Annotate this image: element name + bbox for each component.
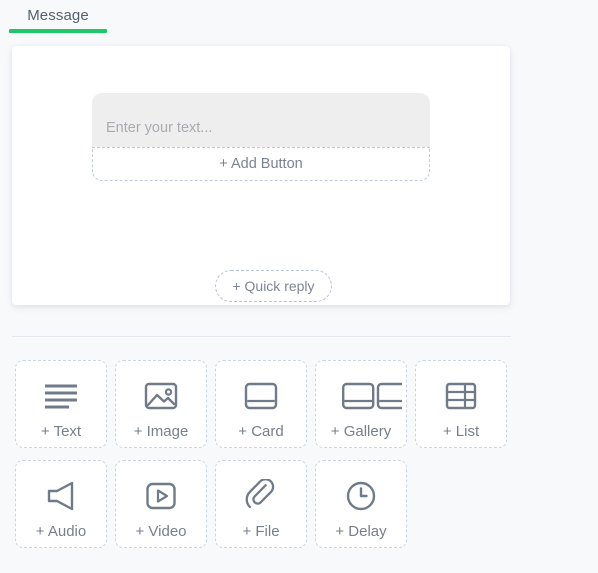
add-video-label: + Video: [135, 523, 187, 540]
clock-icon: [316, 477, 406, 515]
list-grid-icon: [416, 377, 506, 415]
element-palette: + Text + Image + Card + Gallery + List +…: [15, 360, 575, 560]
add-file-tile[interactable]: + File: [215, 460, 307, 548]
element-palette-row: + Audio + Video + File + Delay: [15, 460, 575, 560]
add-card-tile[interactable]: + Card: [215, 360, 307, 448]
tab-message-label: Message: [27, 7, 89, 24]
tab-bar: Message: [0, 0, 598, 34]
add-list-label: + List: [442, 423, 480, 440]
add-quick-reply-button[interactable]: + Quick reply: [215, 270, 332, 302]
gallery-icon: [316, 377, 406, 415]
section-divider: [12, 336, 511, 337]
add-gallery-tile[interactable]: + Gallery: [315, 360, 407, 448]
add-audio-tile[interactable]: + Audio: [15, 460, 107, 548]
add-text-tile[interactable]: + Text: [15, 360, 107, 448]
add-text-label: + Text: [40, 423, 82, 440]
add-quick-reply-label: + Quick reply: [232, 278, 315, 294]
add-image-tile[interactable]: + Image: [115, 360, 207, 448]
message-card: + Add Button + Quick reply: [12, 46, 510, 305]
add-list-tile[interactable]: + List: [415, 360, 507, 448]
add-image-label: + Image: [133, 423, 189, 440]
image-icon: [116, 377, 206, 415]
add-file-label: + File: [242, 523, 280, 540]
add-delay-tile[interactable]: + Delay: [315, 460, 407, 548]
play-icon: [116, 477, 206, 515]
text-lines-icon: [16, 377, 106, 415]
speaker-icon: [16, 477, 106, 515]
add-audio-label: + Audio: [35, 523, 87, 540]
element-palette-row: + Text + Image + Card + Gallery + List: [15, 360, 575, 460]
tab-active-indicator: [9, 29, 107, 33]
add-card-label: + Card: [238, 423, 284, 440]
message-text-input[interactable]: [92, 93, 430, 147]
add-gallery-label: + Gallery: [330, 423, 392, 440]
card-icon: [216, 377, 306, 415]
add-button[interactable]: + Add Button: [92, 147, 430, 181]
paperclip-icon: [216, 477, 306, 515]
message-bubble: + Add Button: [92, 93, 430, 181]
add-video-tile[interactable]: + Video: [115, 460, 207, 548]
add-button-label: + Add Button: [219, 156, 303, 172]
add-delay-label: + Delay: [335, 523, 387, 540]
